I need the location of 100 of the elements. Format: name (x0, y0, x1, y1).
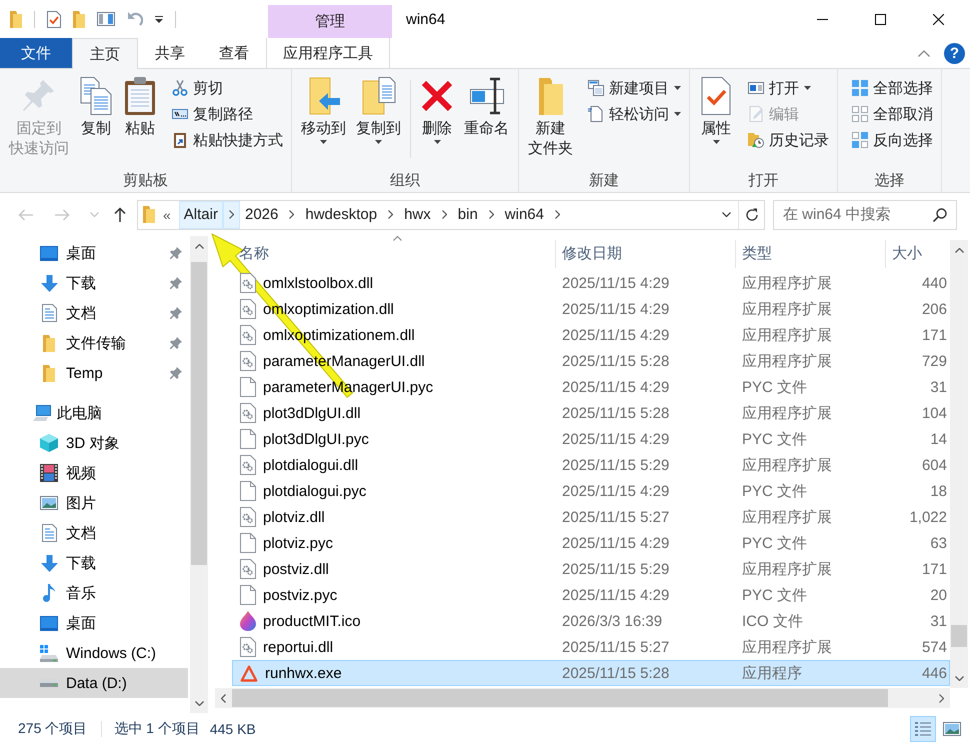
nav-label: Windows (C:) (66, 644, 156, 662)
window-title: win64 (406, 10, 446, 28)
ribbon-button[interactable]: 粘贴 (118, 72, 162, 141)
nav-item[interactable]: 下载 (0, 548, 188, 578)
file-row[interactable]: plot3dDlgUI.dll 2025/11/15 5:28 应用程序扩展 104 (232, 400, 950, 426)
file-row[interactable]: runhwx.exe 2025/11/15 5:28 应用程序 446 (232, 660, 950, 686)
breadcrumb-button[interactable]: hwx (399, 200, 436, 228)
gear-file-icon (240, 325, 256, 345)
caret-icon[interactable] (155, 16, 163, 22)
ribbon-button[interactable]: 重命名 (459, 72, 514, 141)
modified-date: 2025/11/15 5:27 (562, 638, 670, 656)
nav-item[interactable]: 图片 (0, 488, 188, 518)
file-row[interactable]: postviz.pyc 2025/11/15 4:29 PYC 文件 20 (232, 582, 950, 608)
overflow-marker[interactable]: « (163, 206, 171, 222)
ribbon-button[interactable]: 轻松访问 (584, 101, 685, 127)
nav-item[interactable]: 下载 (0, 268, 188, 298)
scissors-icon (172, 80, 188, 96)
breadcrumb-button[interactable]: Altair (178, 200, 223, 228)
up-arrow-icon[interactable] (114, 207, 126, 222)
ribbon-button[interactable]: 复制到 (351, 72, 406, 146)
chevron-up-icon (194, 244, 204, 248)
horizontal-scrollbar[interactable] (215, 688, 950, 708)
ribbon-button[interactable]: 全部选择 (848, 75, 937, 101)
ribbon-button[interactable]: 新建项目 (584, 75, 685, 101)
file-row[interactable]: reportui.dll 2025/11/15 5:27 应用程序扩展 574 (232, 634, 950, 660)
ribbon-tab[interactable]: 文件 (0, 38, 72, 68)
file-row[interactable]: plot3dDlgUI.pyc 2025/11/15 4:29 PYC 文件 14 (232, 426, 950, 452)
file-type: ICO 文件 (742, 612, 803, 630)
breadcrumb-button[interactable]: win64 (500, 200, 549, 228)
breadcrumb-button[interactable]: hwdesktop (300, 200, 382, 228)
file-row[interactable]: plotviz.pyc 2025/11/15 4:29 PYC 文件 63 (232, 530, 950, 556)
scrollbar-thumb[interactable] (191, 262, 207, 565)
nav-item[interactable]: 文档 (0, 518, 188, 548)
scrollbar[interactable] (190, 236, 208, 713)
file-size: 446 (922, 664, 947, 682)
ribbon-button[interactable]: 属性 (694, 72, 738, 146)
scrollbar[interactable] (950, 240, 968, 688)
chevron-right-icon (488, 210, 494, 219)
ribbon-button[interactable]: 移动到 (296, 72, 351, 146)
chevron-down-icon[interactable] (722, 212, 730, 217)
help-button[interactable]: ? (944, 42, 965, 64)
film-icon (40, 464, 58, 482)
folder-clock-icon (748, 132, 764, 148)
nav-item[interactable]: 音乐 (0, 578, 188, 608)
ribbon-button[interactable]: 历史记录 (744, 127, 833, 153)
address-field[interactable]: « Altair 2026 hwdesktop hwx bin win64 (137, 200, 765, 230)
nav-item[interactable]: 文件传输 (0, 328, 188, 358)
nav-item[interactable]: 此电脑 (0, 398, 188, 428)
file-row[interactable]: plotdialogui.pyc 2025/11/15 4:29 PYC 文件 18 (232, 478, 950, 504)
ribbon-button[interactable]: 新建 文件夹 (523, 72, 578, 161)
ribbon-button[interactable]: 复制 (74, 72, 118, 141)
pin-icon (170, 337, 182, 349)
column-header[interactable]: 类型 (735, 240, 885, 268)
nav-item[interactable]: 桌面 (0, 238, 188, 268)
drive-icon (40, 679, 58, 687)
breadcrumb-button[interactable]: bin (452, 200, 483, 228)
pane-icon[interactable] (97, 12, 115, 26)
breadcrumb-button[interactable]: 2026 (240, 200, 284, 228)
scrollbar-thumb[interactable] (232, 689, 888, 707)
chevron-down-icon (954, 676, 964, 680)
chevron-right-icon (289, 210, 294, 219)
undo-icon[interactable] (127, 11, 143, 27)
nav-item[interactable]: Data (D:) (0, 668, 188, 698)
ribbon-button[interactable]: 全部取消 (848, 101, 937, 127)
nav-item[interactable]: Windows (C:) (0, 638, 188, 668)
breadcrumb-chevron-button[interactable] (222, 200, 240, 228)
file-row[interactable]: postviz.dll 2025/11/15 5:29 应用程序扩展 171 (232, 556, 950, 582)
file-row[interactable]: productMIT.ico 2026/3/3 16:39 ICO 文件 31 (232, 608, 950, 634)
scrollbar-thumb[interactable] (951, 625, 967, 647)
nav-item[interactable]: Temp (0, 358, 188, 388)
file-type: PYC 文件 (742, 534, 808, 552)
file-name: plot3dDlgUI.dll (263, 404, 361, 422)
ribbon-button[interactable]: 删除 (415, 72, 459, 146)
ribbon-tab[interactable]: 主页 (72, 38, 138, 69)
view-button[interactable] (910, 716, 936, 742)
group-label: 打开 (748, 170, 778, 190)
ribbon-button[interactable]: 复制路径 (168, 101, 287, 127)
nav-label: 3D 对象 (66, 434, 120, 452)
ribbon-button[interactable]: 反向选择 (848, 127, 937, 153)
nav-item[interactable]: 文档 (0, 298, 188, 328)
ribbon-button[interactable]: 打开 (744, 75, 833, 101)
file-row[interactable]: omlxlstoolbox.dll 2025/11/15 4:29 应用程序扩展 440 (232, 270, 950, 296)
ribbon-tab[interactable]: 应用程序工具 (266, 38, 390, 68)
ribbon-tab[interactable]: 共享 (138, 38, 202, 68)
search-field[interactable]: 在 win64 中搜索 (773, 200, 957, 230)
ribbon-button[interactable]: 剪切 (168, 75, 287, 101)
column-header[interactable]: 名称 (232, 240, 555, 268)
page-check-icon[interactable] (47, 10, 61, 28)
chevron-right-icon (442, 210, 447, 219)
file-type: 应用程序扩展 (742, 508, 832, 526)
nav-item[interactable]: 3D 对象 (0, 428, 188, 458)
file-row[interactable]: plotviz.dll 2025/11/15 5:27 应用程序扩展 1,022 (232, 504, 950, 530)
chevron-up-icon[interactable] (918, 50, 930, 56)
nav-item[interactable]: 视频 (0, 458, 188, 488)
column-header[interactable]: 修改日期 (555, 240, 735, 268)
ribbon-tab[interactable]: 查看 (202, 38, 266, 68)
file-row[interactable]: plotdialogui.dll 2025/11/15 5:29 应用程序扩展 604 (232, 452, 950, 478)
chevron-up-icon (954, 248, 964, 252)
ribbon-button[interactable]: 粘贴快捷方式 (168, 127, 287, 153)
nav-item[interactable]: 桌面 (0, 608, 188, 638)
